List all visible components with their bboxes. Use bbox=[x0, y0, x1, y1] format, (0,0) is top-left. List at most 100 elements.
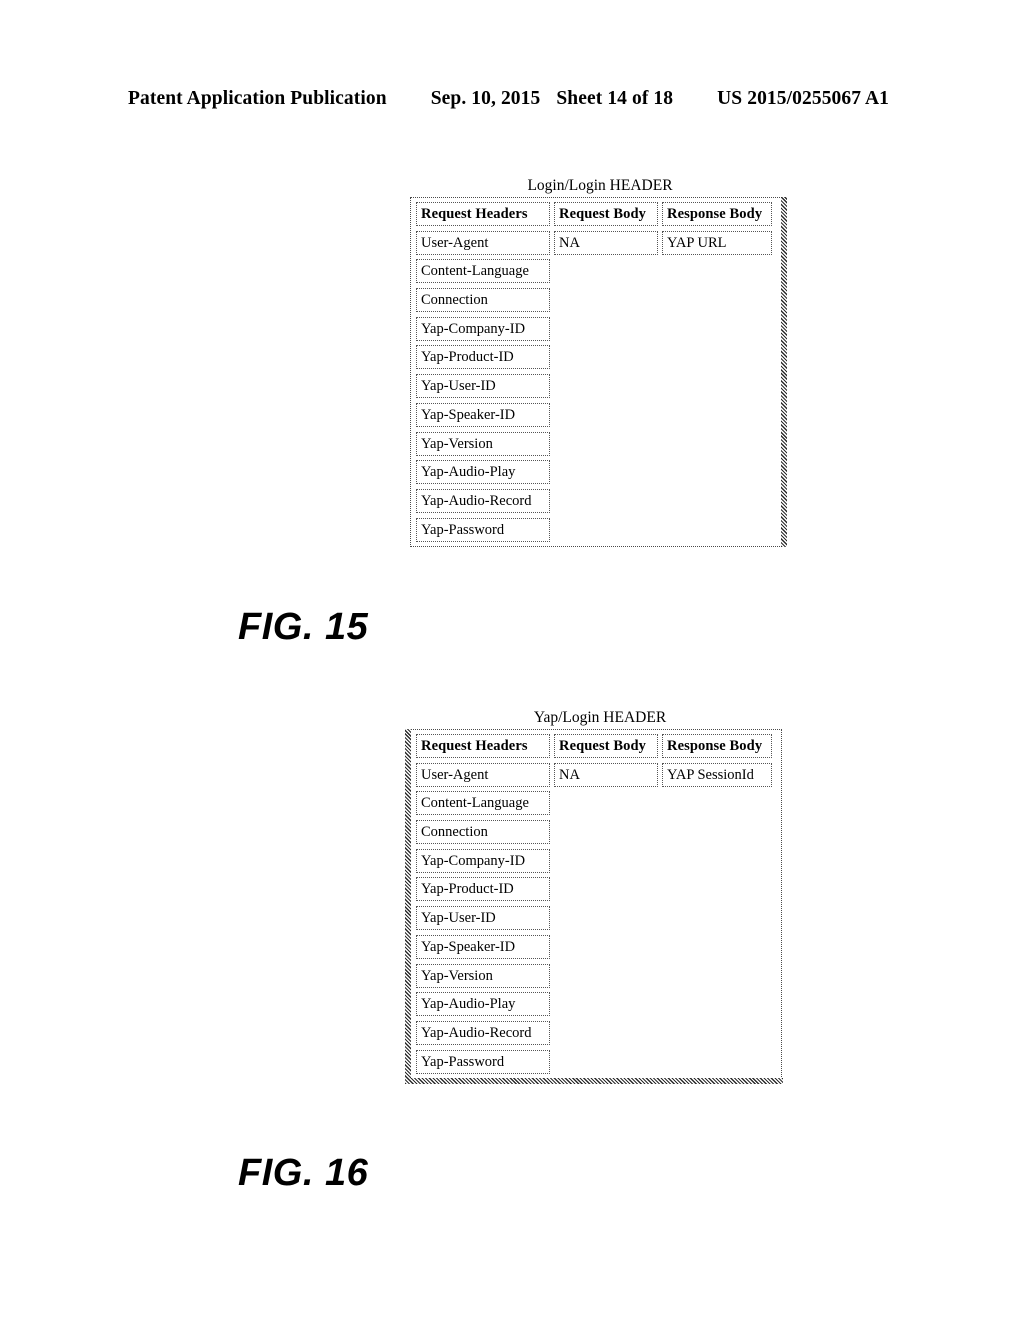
response-body-cell-empty bbox=[662, 877, 772, 901]
figure-16-diagram-frame: Request Headers Request Body Response Bo… bbox=[405, 729, 783, 1084]
column-header-response-body: Response Body bbox=[662, 202, 772, 226]
table-row: Yap-Company-ID bbox=[416, 848, 774, 878]
table-row: Yap-Password bbox=[416, 1049, 774, 1079]
request-body-cell-empty bbox=[554, 460, 658, 484]
request-header-cell: Connection bbox=[416, 820, 550, 845]
response-body-cell-empty bbox=[662, 820, 772, 844]
response-body-cell-empty bbox=[662, 935, 772, 959]
response-body-cell-empty bbox=[662, 288, 772, 312]
response-body-cell-empty bbox=[662, 964, 772, 988]
page-header: Patent Application Publication Sep. 10, … bbox=[128, 88, 896, 110]
table-row: Yap-Version bbox=[416, 963, 774, 993]
table-row: Yap-Product-ID bbox=[416, 345, 774, 374]
figure-15: Login/Login HEADER Request Headers Reque… bbox=[410, 176, 790, 547]
response-body-cell-empty bbox=[662, 460, 772, 484]
request-body-cell-empty bbox=[554, 820, 658, 844]
table-row: Yap-Company-ID bbox=[416, 316, 774, 346]
figure-15-caption: FIG. 15 bbox=[238, 606, 369, 648]
publication-date: Sep. 10, 2015 bbox=[430, 88, 541, 109]
column-header-request-headers: Request Headers bbox=[416, 202, 550, 226]
response-body-cell: YAP URL bbox=[662, 230, 772, 255]
response-body-cell-empty bbox=[662, 992, 772, 1016]
figure-16-header-table: Request Headers Request Body Response Bo… bbox=[416, 734, 774, 1078]
request-body-cell-empty bbox=[554, 403, 658, 427]
table-row: Yap-Audio-Record bbox=[416, 488, 774, 518]
request-header-cell: Yap-Speaker-ID bbox=[416, 402, 550, 427]
request-body-cell-empty bbox=[554, 877, 658, 901]
request-body-cell-empty bbox=[554, 317, 658, 341]
request-header-cell: User-Agent bbox=[416, 762, 550, 787]
request-header-cell: Yap-Audio-Record bbox=[416, 1020, 550, 1045]
request-body-cell-empty bbox=[554, 518, 658, 542]
request-body-cell-empty bbox=[554, 489, 658, 513]
request-body-cell-empty bbox=[554, 964, 658, 988]
sheet-number: Sheet 14 of 18 bbox=[556, 88, 674, 109]
figure-15-title: Login/Login HEADER bbox=[527, 177, 673, 194]
table-row: Yap-Password bbox=[416, 517, 774, 547]
figure-16: Yap/Login HEADER Request Headers Request… bbox=[405, 708, 790, 1084]
request-header-cell: Connection bbox=[416, 288, 550, 313]
figure-15-header-table: Request Headers Request Body Response Bo… bbox=[416, 202, 774, 546]
request-header-cell: Yap-Version bbox=[416, 431, 550, 456]
request-body-cell-empty bbox=[554, 259, 658, 283]
table-row: Yap-Audio-Record bbox=[416, 1020, 774, 1050]
table-row: User-Agent NA YAP URL bbox=[416, 230, 774, 260]
column-header-response-body: Response Body bbox=[662, 734, 772, 758]
response-body-cell-empty bbox=[662, 906, 772, 930]
request-header-cell: Content-Language bbox=[416, 259, 550, 284]
table-row: User-Agent NA YAP SessionId bbox=[416, 762, 774, 792]
response-body-cell-empty bbox=[662, 791, 772, 815]
request-header-cell: Yap-Password bbox=[416, 1049, 550, 1074]
request-header-cell: Yap-Company-ID bbox=[416, 848, 550, 873]
table-row: Yap-Speaker-ID bbox=[416, 402, 774, 432]
table-row: Connection bbox=[416, 288, 774, 317]
response-body-cell: YAP SessionId bbox=[662, 762, 772, 787]
table-row: Yap-User-ID bbox=[416, 374, 774, 403]
request-body-cell-empty bbox=[554, 345, 658, 369]
figure-15-diagram-frame: Request Headers Request Body Response Bo… bbox=[410, 197, 787, 547]
response-body-cell-empty bbox=[662, 374, 772, 398]
request-body-cell-empty bbox=[554, 1021, 658, 1045]
response-body-cell-empty bbox=[662, 1021, 772, 1045]
table-row: Yap-Speaker-ID bbox=[416, 934, 774, 964]
request-header-cell: Yap-Speaker-ID bbox=[416, 934, 550, 959]
request-header-cell: Yap-Company-ID bbox=[416, 316, 550, 341]
request-header-cell: Yap-User-ID bbox=[416, 374, 550, 399]
response-body-cell-empty bbox=[662, 345, 772, 369]
request-header-cell: Yap-Audio-Play bbox=[416, 992, 550, 1017]
response-body-cell-empty bbox=[662, 489, 772, 513]
request-body-cell-empty bbox=[554, 935, 658, 959]
request-header-cell: Yap-Audio-Record bbox=[416, 488, 550, 513]
table-row: Content-Language bbox=[416, 259, 774, 288]
publication-label: Patent Application Publication bbox=[128, 88, 387, 109]
table-row: Yap-Product-ID bbox=[416, 877, 774, 906]
response-body-cell-empty bbox=[662, 259, 772, 283]
column-header-request-body: Request Body bbox=[554, 734, 658, 758]
request-header-cell: User-Agent bbox=[416, 230, 550, 255]
response-body-cell-empty bbox=[662, 403, 772, 427]
request-body-cell-empty bbox=[554, 906, 658, 930]
table-row: Content-Language bbox=[416, 791, 774, 820]
table-row: Connection bbox=[416, 820, 774, 849]
request-body-cell-empty bbox=[554, 432, 658, 456]
table-header-row: Request Headers Request Body Response Bo… bbox=[416, 734, 774, 763]
request-header-cell: Yap-User-ID bbox=[416, 906, 550, 931]
patent-number: US 2015/0255067 A1 bbox=[717, 88, 890, 109]
table-row: Yap-User-ID bbox=[416, 906, 774, 935]
request-body-cell-empty bbox=[554, 849, 658, 873]
response-body-cell-empty bbox=[662, 518, 772, 542]
request-body-cell: NA bbox=[554, 762, 658, 787]
request-header-cell: Yap-Product-ID bbox=[416, 877, 550, 902]
request-body-cell-empty bbox=[554, 288, 658, 312]
request-header-cell: Yap-Password bbox=[416, 517, 550, 542]
figure-16-title: Yap/Login HEADER bbox=[533, 709, 667, 726]
response-body-cell-empty bbox=[662, 432, 772, 456]
request-body-cell: NA bbox=[554, 230, 658, 255]
column-header-request-body: Request Body bbox=[554, 202, 658, 226]
column-header-request-headers: Request Headers bbox=[416, 734, 550, 758]
response-body-cell-empty bbox=[662, 1050, 772, 1074]
request-body-cell-empty bbox=[554, 1050, 658, 1074]
request-body-cell-empty bbox=[554, 992, 658, 1016]
figure-16-caption: FIG. 16 bbox=[238, 1152, 369, 1194]
table-row: Yap-Audio-Play bbox=[416, 992, 774, 1021]
